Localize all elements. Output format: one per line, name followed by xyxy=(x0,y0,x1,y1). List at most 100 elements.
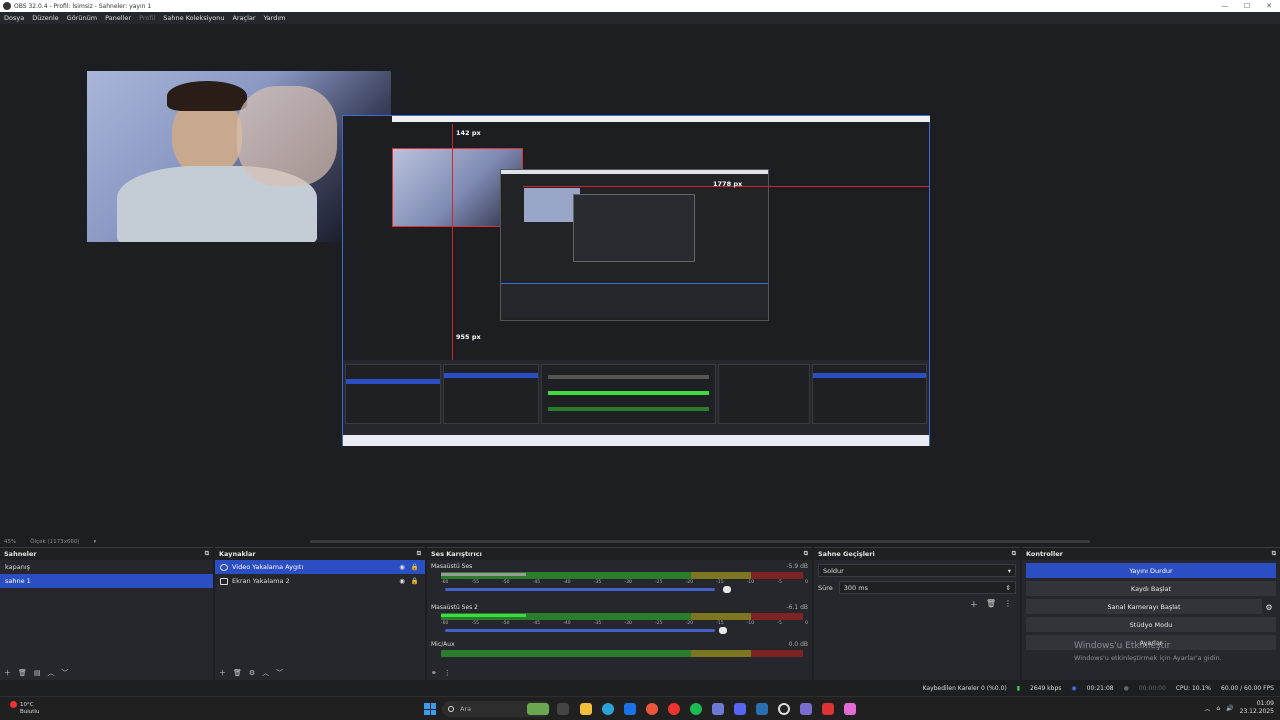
menu-item-edit[interactable]: Düzenle xyxy=(32,14,58,22)
chevron-up-icon[interactable]: ︿ xyxy=(1204,704,1210,713)
channel-db: -5.9 dB xyxy=(786,563,808,570)
guide-label-right: 1778 px xyxy=(713,180,743,188)
obs-taskbar-icon[interactable] xyxy=(778,703,790,715)
duration-label: Süre xyxy=(818,583,833,592)
widget-icon[interactable] xyxy=(527,703,549,715)
move-up-icon[interactable]: ︿ xyxy=(262,668,269,678)
fps: 60.00 / 60.00 FPS xyxy=(1221,685,1274,692)
eye-icon[interactable]: ◉ xyxy=(399,563,405,571)
opera-icon[interactable] xyxy=(668,703,680,715)
undock-icon[interactable]: ⧉ xyxy=(205,550,209,558)
transition-select[interactable]: Soldur ▾ xyxy=(818,564,1016,577)
windows-start-icon[interactable] xyxy=(424,703,436,715)
clock-date: 23.12.2025 xyxy=(1239,708,1274,715)
canvas-scale[interactable]: Ölçek (1173x660) xyxy=(30,539,79,545)
chrome-icon[interactable] xyxy=(646,703,658,715)
zoom-level[interactable]: 45% xyxy=(4,539,16,545)
scenes-dock: Sahneler ⧉ kapanış sahne 1 ＋ 🗑 ▤ ︿ ﹀ xyxy=(0,547,213,680)
activation-watermark: Windows'u Etkinleştir Windows'u etkinleş… xyxy=(1074,640,1222,664)
blurred-hand xyxy=(237,86,337,186)
task-view-icon[interactable] xyxy=(557,703,569,715)
undock-icon[interactable]: ⧉ xyxy=(417,550,421,558)
steam-icon[interactable] xyxy=(756,703,768,715)
spinner-icon[interactable]: ⇕ xyxy=(1006,584,1011,592)
stream-icon: ◉ xyxy=(1071,685,1077,692)
edge-icon[interactable] xyxy=(602,703,614,715)
captured-scenes-dock xyxy=(345,364,441,424)
stop-streaming-button[interactable]: Yayını Durdur xyxy=(1026,563,1276,578)
file-explorer-icon[interactable] xyxy=(580,703,592,715)
channel-name: Masaüstü Ses xyxy=(431,563,473,570)
search-icon xyxy=(448,706,454,712)
headphones xyxy=(167,81,247,111)
app-icon[interactable] xyxy=(844,703,856,715)
yandex-icon[interactable] xyxy=(822,703,834,715)
move-down-icon[interactable]: ﹀ xyxy=(62,668,69,678)
live-time: 00:21:08 xyxy=(1086,685,1114,692)
move-down-icon[interactable]: ﹀ xyxy=(276,668,283,678)
guide-label-bottom: 955 px xyxy=(456,333,481,341)
add-icon[interactable]: ＋ xyxy=(970,599,978,610)
clock[interactable]: 01:09 23.12.2025 xyxy=(1240,700,1274,716)
minimize-button[interactable]: — xyxy=(1214,2,1236,10)
gear-icon[interactable]: ⚙ xyxy=(249,669,255,677)
chevron-down-icon[interactable]: ▾ xyxy=(93,539,96,545)
bitrate: 2649 kbps xyxy=(1030,685,1062,692)
spotify-icon[interactable] xyxy=(690,703,702,715)
eye-icon[interactable]: ◉ xyxy=(399,577,405,585)
preview-horizontal-scrollbar[interactable] xyxy=(310,540,1090,543)
weather-widget[interactable]: 10°C Bulutlu xyxy=(10,701,39,716)
trash-icon[interactable]: 🗑 xyxy=(233,669,242,677)
menu-item-view[interactable]: Görünüm xyxy=(67,14,97,22)
more-icon[interactable]: ⋮ xyxy=(444,669,451,677)
link-icon[interactable]: ⚭ xyxy=(431,669,437,677)
duration-field[interactable]: 300 ms ⇕ xyxy=(838,581,1016,594)
lock-icon[interactable]: 🔒 xyxy=(411,563,419,571)
close-button[interactable]: ✕ xyxy=(1258,2,1280,10)
menu-item-scene-collection[interactable]: Sahne Koleksiyonu xyxy=(163,14,224,22)
studio-mode-button[interactable]: Stüdyo Modu xyxy=(1026,617,1276,632)
move-up-icon[interactable]: ︿ xyxy=(48,668,55,678)
menu-item-tools[interactable]: Araçlar xyxy=(232,14,255,22)
network-icon[interactable]: ⌂ xyxy=(1216,705,1220,712)
maximize-button[interactable]: ☐ xyxy=(1236,2,1258,10)
menu-item-docks[interactable]: Paneller xyxy=(105,14,131,22)
volume-slider[interactable] xyxy=(445,627,727,634)
start-virtual-camera-button[interactable]: Sanal Kamerayı Başlat xyxy=(1026,599,1262,614)
source-item[interactable]: Video Yakalama Aygıtı ◉ 🔒 xyxy=(215,560,425,574)
screen-capture-source[interactable]: 142 px 1778 px 955 px xyxy=(342,115,930,446)
lock-icon[interactable]: 🔒 xyxy=(411,577,419,585)
volume-icon[interactable]: 🔊 xyxy=(1226,705,1233,712)
menu-item-file[interactable]: Dosya xyxy=(4,14,24,22)
undock-icon[interactable]: ⧉ xyxy=(1272,550,1276,558)
source-item[interactable]: Ekran Yakalama 2 ◉ 🔒 xyxy=(215,574,425,588)
channel-name: Mic/Aux xyxy=(431,641,455,648)
trash-icon[interactable]: 🗑 xyxy=(986,599,996,610)
gear-icon[interactable]: ⚙ xyxy=(1262,601,1276,614)
meter-ticks: -60 -55 -50 -45 -40 -35 -30 -25 -20 -15 -10 -5 0 xyxy=(441,621,808,626)
captured-obs-docks xyxy=(343,360,929,435)
settings-taskbar-icon[interactable] xyxy=(800,703,812,715)
windows-taskbar: 10°C Bulutlu Ara ︿ ⌂ 🔊 01:09 23.12.2025 xyxy=(0,696,1280,720)
trash-icon[interactable]: 🗑 xyxy=(18,669,27,677)
undock-icon[interactable]: ⧉ xyxy=(1012,550,1016,558)
store-icon[interactable] xyxy=(624,703,636,715)
filter-icon[interactable]: ▤ xyxy=(34,669,41,677)
captured-transitions-dock xyxy=(718,364,810,424)
volume-slider[interactable] xyxy=(445,586,731,593)
nested-dock xyxy=(501,283,768,317)
controls-title: Kontroller xyxy=(1026,550,1063,558)
app-icon[interactable] xyxy=(712,703,724,715)
nested-webcam-2 xyxy=(524,188,580,222)
menu-item-profile[interactable]: Profil xyxy=(139,14,155,22)
add-icon[interactable]: ＋ xyxy=(4,668,11,678)
menu-item-help[interactable]: Yardım xyxy=(264,14,286,22)
discord-icon[interactable] xyxy=(734,703,746,715)
volume-meter xyxy=(441,613,808,620)
scene-item[interactable]: sahne 1 xyxy=(0,574,213,588)
more-icon[interactable]: ⋮ xyxy=(1004,599,1012,610)
add-icon[interactable]: ＋ xyxy=(219,668,226,678)
start-recording-button[interactable]: Kaydı Başlat xyxy=(1026,581,1276,596)
undock-icon[interactable]: ⧉ xyxy=(804,550,808,558)
scene-item[interactable]: kapanış xyxy=(0,560,213,574)
